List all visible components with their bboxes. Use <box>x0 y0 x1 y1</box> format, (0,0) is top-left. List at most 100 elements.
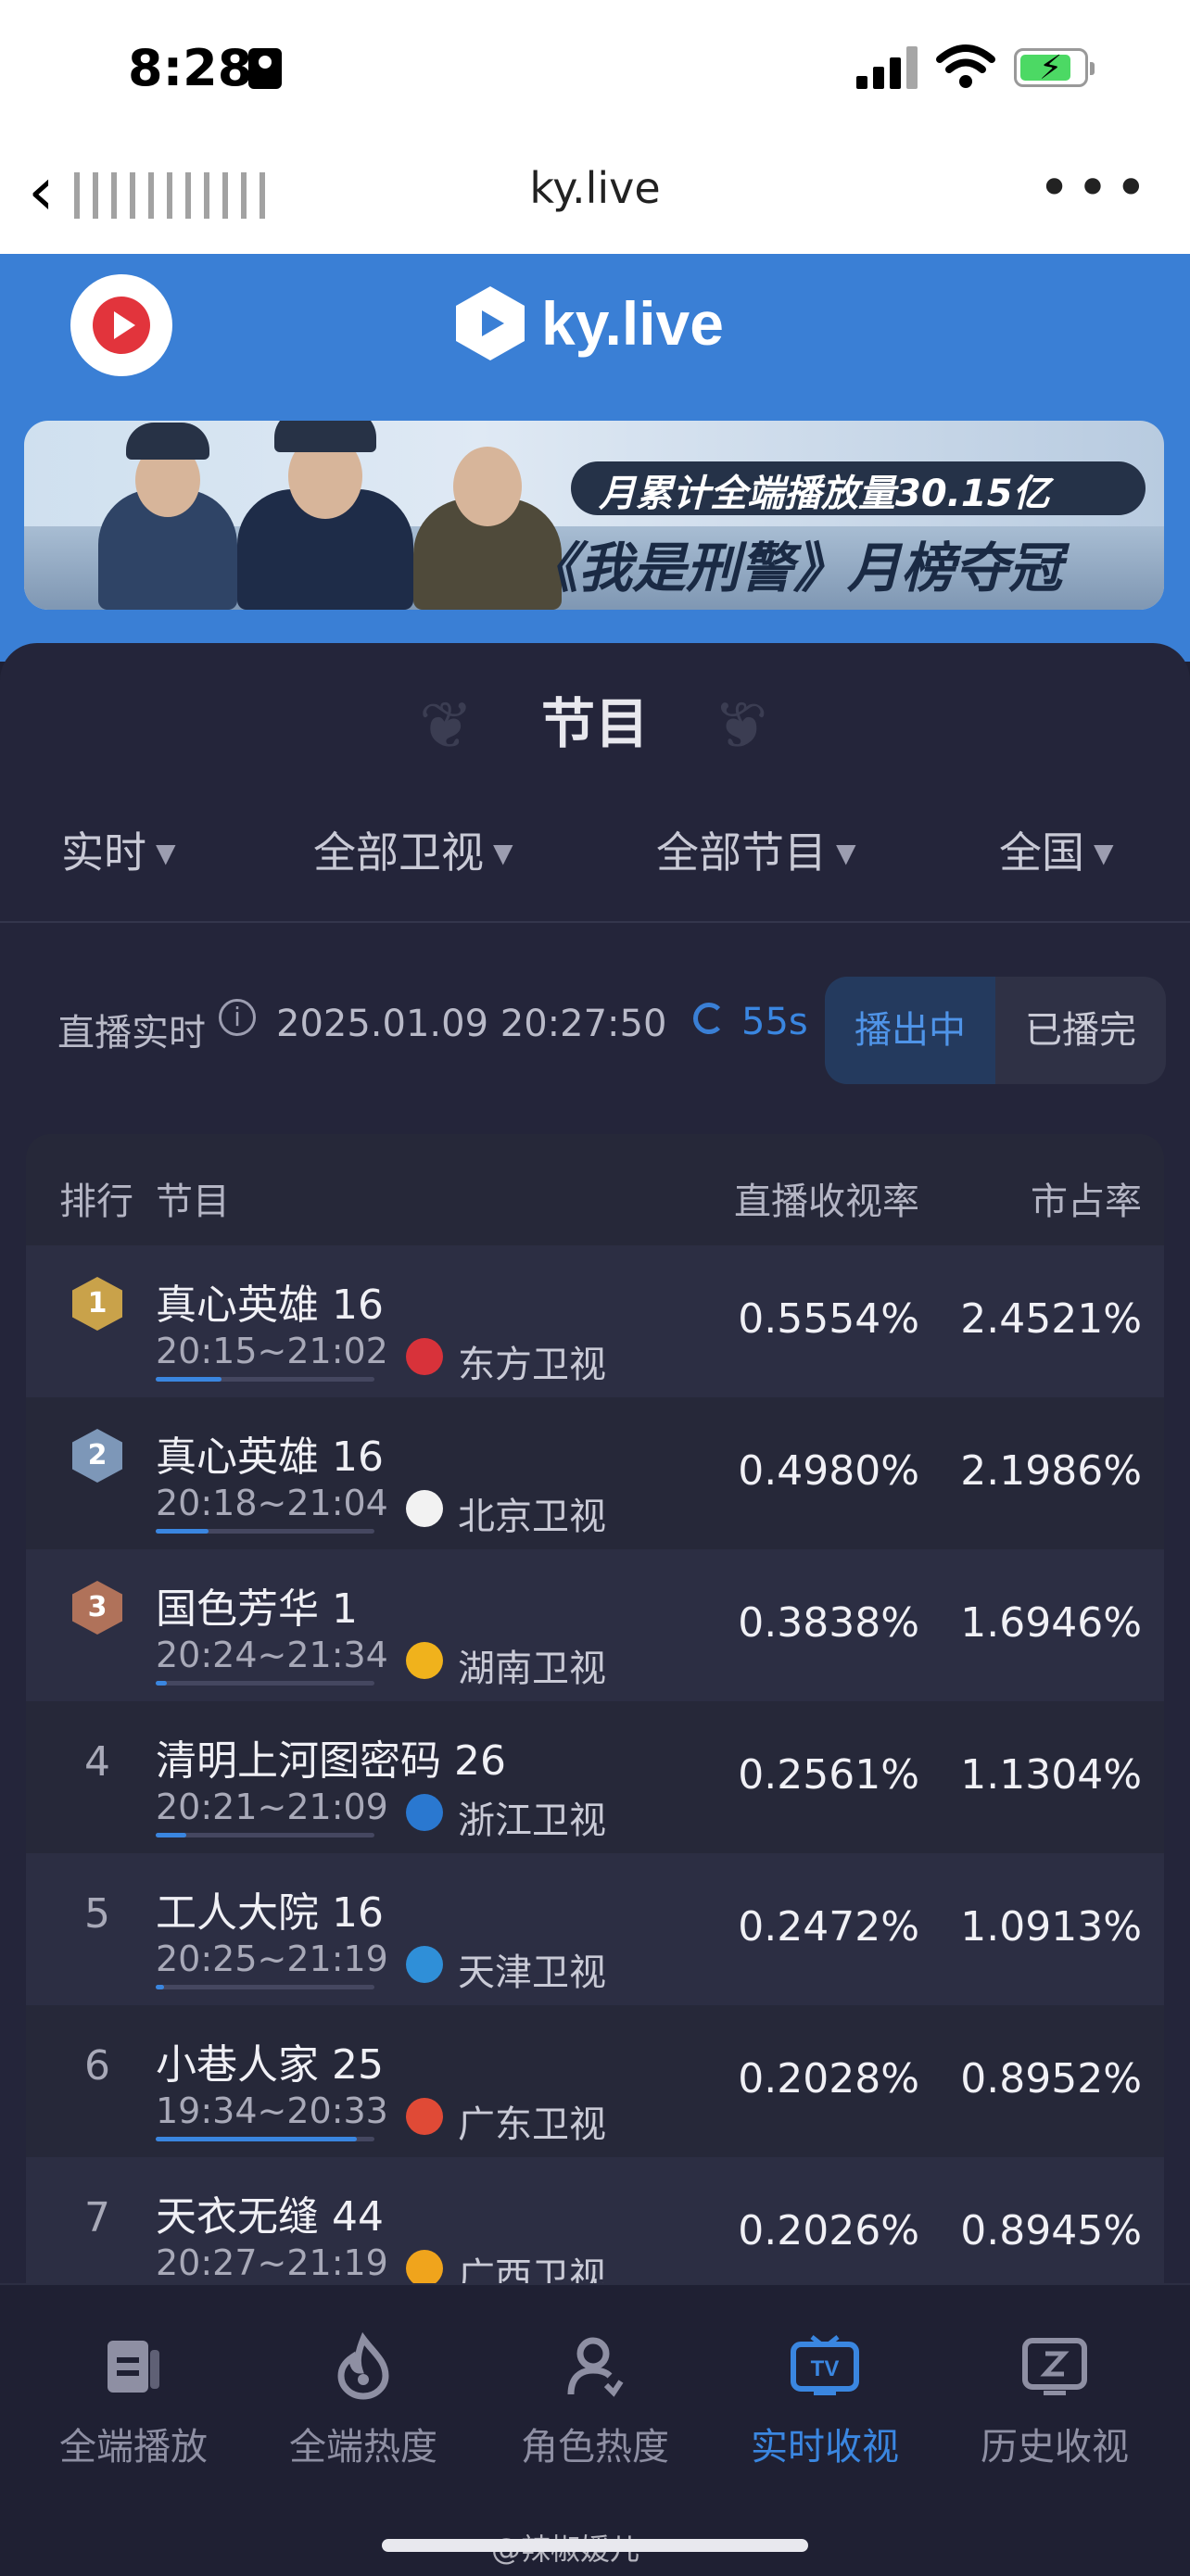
filter-time[interactable]: 实时 ▼ <box>61 819 176 880</box>
tab-role-heat[interactable]: 角色热度 <box>476 2331 714 2470</box>
header-rank: 排行 <box>59 1181 133 1223</box>
channel-logo-icon <box>406 1946 443 1983</box>
status-time: 8:28 <box>128 39 253 97</box>
promo-banner[interactable]: 月累计全端播放量30.15亿 《我是刑警》月榜夺冠 <box>24 421 1164 610</box>
live-rating: 0.2026% <box>738 2207 919 2254</box>
channel-logo-icon <box>406 1794 443 1831</box>
channel-name: 湖南卫视 <box>458 1648 606 1690</box>
info-icon[interactable]: i <box>219 999 256 1036</box>
market-share: 1.1304% <box>960 1751 1142 1799</box>
filter-region-label: 全国 <box>999 827 1084 878</box>
header-program: 节目 <box>156 1181 230 1223</box>
broadcast-segment: 播出中 已播完 <box>825 977 1166 1084</box>
broadcast-progress-bar <box>156 1529 374 1534</box>
caret-down-icon: ▼ <box>836 838 856 868</box>
program-name: 真心英雄 16 <box>156 1282 384 1329</box>
channel-name: 广东卫视 <box>458 2103 606 2146</box>
ratings-panel: ❦ 节目 ❦ 实时 ▼ 全部卫视 ▼ 全部节目 ▼ 全国 ▼ 直播实时 i 2025.0… <box>0 643 1190 2283</box>
header-share[interactable]: 市占率 <box>1031 1171 1142 1225</box>
program-name: 小巷人家 25 <box>156 2041 384 2089</box>
channel-logo-icon <box>406 1642 443 1679</box>
program-name: 清明上河图密码 26 <box>156 1737 506 1785</box>
rank-number: 6 <box>84 2042 110 2090</box>
flame-icon <box>337 2331 389 2400</box>
rank-medal-icon: 2 <box>72 1429 122 1483</box>
table-row[interactable]: 2 真心英雄 16 20:18~21:04 北京卫视 0.4980% 2.1986% <box>26 1397 1164 1549</box>
app-logo-icon[interactable] <box>70 274 172 376</box>
tab-label: 全端热度 <box>289 2426 437 2469</box>
filter-channel[interactable]: 全部卫视 ▼ <box>313 819 513 880</box>
live-rating: 0.3838% <box>738 1599 919 1647</box>
live-rating: 0.4980% <box>738 1447 919 1495</box>
rank-medal-icon: 1 <box>72 1277 122 1331</box>
market-share: 0.8945% <box>960 2207 1142 2254</box>
broadcast-progress-bar <box>156 1377 374 1382</box>
nav-title: ky.live <box>529 163 661 213</box>
caret-down-icon: ▼ <box>493 838 513 868</box>
caret-down-icon: ▼ <box>156 838 176 868</box>
more-icon[interactable]: ••• <box>1038 156 1153 221</box>
ratings-table: 排行 节目 直播收视率 市占率 1 真心英雄 16 20:15~21:02 东方卫视 0… <box>26 1134 1164 2283</box>
program-name: 工人大院 16 <box>156 1889 384 1937</box>
program-time: 19:34~20:33 <box>156 2090 388 2131</box>
program-time: 20:27~21:19 <box>156 2242 388 2283</box>
signal-icon <box>856 46 918 89</box>
tab-label: 实时收视 <box>751 2426 899 2469</box>
app-header: ky.live 月累计全端播放量30.15亿 《我是刑警》月榜夺冠 <box>0 254 1190 662</box>
section-title: 节目 <box>540 692 649 755</box>
svg-text:TV: TV <box>811 2356 840 2381</box>
program-time: 20:25~21:19 <box>156 1938 388 1979</box>
channel-logo-icon <box>406 2098 443 2135</box>
laurel-right-icon: ❦ <box>714 688 768 764</box>
program-time: 20:18~21:04 <box>156 1483 388 1523</box>
wifi-icon <box>936 44 995 88</box>
filter-region[interactable]: 全国 ▼ <box>999 819 1114 880</box>
tab-all-heat[interactable]: 全端热度 <box>245 2331 482 2470</box>
tab-all-playback[interactable]: 全端播放 <box>15 2331 252 2470</box>
channel-name: 北京卫视 <box>458 1496 606 1538</box>
market-share: 2.1986% <box>960 1447 1142 1495</box>
rank-number: 5 <box>84 1890 110 1938</box>
table-row[interactable]: 7 天衣无缝 44 20:27~21:19 广西卫视 0.2026% 0.8945% <box>26 2157 1164 2283</box>
brand-mark-icon <box>456 286 525 360</box>
filter-program[interactable]: 全部节目 ▼ <box>656 819 856 880</box>
refresh-countdown: 55s <box>741 1001 808 1043</box>
program-name: 国色芳华 1 <box>156 1585 358 1633</box>
broadcast-progress-bar <box>156 2137 374 2141</box>
market-share: 0.8952% <box>960 2055 1142 2102</box>
brand-logo: ky.live <box>454 282 724 365</box>
play-card-icon <box>108 2341 159 2393</box>
banner-title: 《我是刑警》月榜夺冠 <box>525 537 1063 600</box>
channel-name: 天津卫视 <box>458 1951 606 1994</box>
program-name: 真心英雄 16 <box>156 1433 384 1481</box>
tab-realtime-ratings[interactable]: TV 实时收视 <box>706 2331 943 2470</box>
person-icon <box>567 2337 624 2397</box>
table-row[interactable]: 1 真心英雄 16 20:15~21:02 东方卫视 0.5554% 2.4521% <box>26 1245 1164 1397</box>
home-indicator[interactable] <box>382 2539 808 2552</box>
table-row[interactable]: 5 工人大院 16 20:25~21:19 天津卫视 0.2472% 1.0913% <box>26 1853 1164 2005</box>
channel-logo-icon <box>406 1490 443 1527</box>
table-row[interactable]: 4 清明上河图密码 26 20:21~21:09 浙江卫视 0.2561% 1.1304% <box>26 1701 1164 1853</box>
table-row[interactable]: 3 国色芳华 1 20:24~21:34 湖南卫视 0.3838% 1.6946% <box>26 1549 1164 1701</box>
program-time: 20:21~21:09 <box>156 1787 388 1827</box>
live-rating: 0.2561% <box>738 1751 919 1799</box>
channel-name: 东方卫视 <box>458 1344 606 1386</box>
live-status-row: 直播实时 i 2025.01.09 20:27:50 55s 播出中 已播完 <box>0 977 1190 1084</box>
table-row[interactable]: 6 小巷人家 25 19:34~20:33 广东卫视 0.2028% 0.8952% <box>26 2005 1164 2157</box>
broadcast-progress-bar <box>156 1833 374 1837</box>
nav-bar: ‹ ky.live ••• <box>0 139 1190 255</box>
segment-airing[interactable]: 播出中 <box>825 977 995 1084</box>
header-rating[interactable]: 直播收视率 <box>734 1171 919 1225</box>
filter-time-label: 实时 <box>61 827 146 878</box>
live-label: 直播实时 <box>57 1012 206 1054</box>
filter-channel-label: 全部卫视 <box>313 827 484 878</box>
tab-history-ratings[interactable]: 历史收视 <box>936 2331 1173 2470</box>
channel-name: 广西卫视 <box>458 2255 606 2283</box>
refresh-icon[interactable] <box>693 1003 725 1034</box>
segment-finished[interactable]: 已播完 <box>995 977 1166 1084</box>
tab-label: 角色热度 <box>521 2426 669 2469</box>
filter-bar: 实时 ▼ 全部卫视 ▼ 全部节目 ▼ 全国 ▼ <box>0 819 1190 884</box>
battery-icon: ⚡ <box>1014 48 1095 87</box>
rank-medal-icon: 3 <box>72 1581 122 1635</box>
history-tv-icon <box>1022 2338 1087 2395</box>
